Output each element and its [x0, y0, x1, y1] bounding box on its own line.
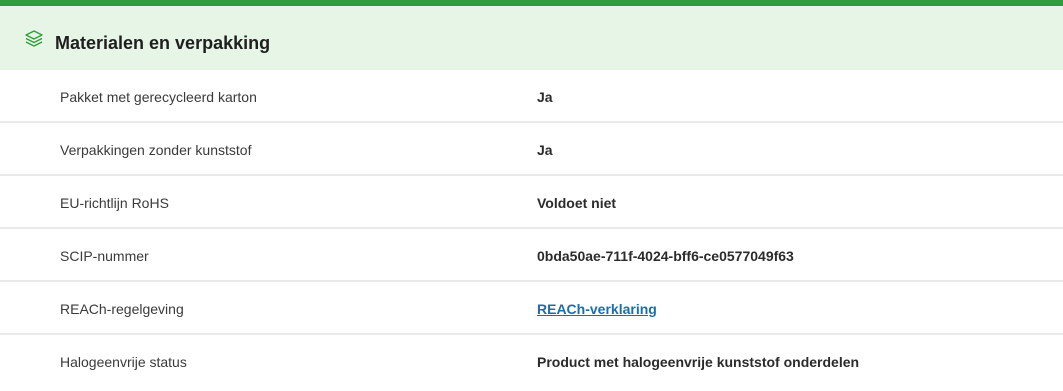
spec-label: EU-richtlijn RoHS [60, 195, 169, 211]
materials-section: Materialen en verpakking Pakket met gere… [0, 0, 1063, 391]
spec-value: 0bda50ae-711f-4024-bff6-ce0577049f63 [537, 248, 794, 264]
spec-row-halogen-free: Halogeenvrije status Product met halogee… [0, 335, 1063, 388]
spec-row-scip: SCIP-nummer 0bda50ae-711f-4024-bff6-ce05… [0, 229, 1063, 282]
spec-value: Voldoet niet [537, 195, 617, 211]
spec-label: Pakket met gerecycleerd karton [60, 89, 257, 105]
spec-label: REACh-regelgeving [60, 301, 184, 317]
spec-row-plastic-free: Verpakkingen zonder kunststof Ja [0, 123, 1063, 176]
reach-declaration-link[interactable]: REACh-verklaring [537, 301, 657, 317]
spec-row-rohs: EU-richtlijn RoHS Voldoet niet [0, 176, 1063, 229]
spec-value: Ja [537, 142, 553, 158]
spec-value: Ja [537, 89, 553, 105]
section-title: Materialen en verpakking [55, 33, 271, 53]
spec-row-recycled-carton: Pakket met gerecycleerd karton Ja [0, 70, 1063, 123]
layers-icon [24, 30, 44, 48]
spec-table: Pakket met gerecycleerd karton Ja Verpak… [0, 70, 1063, 388]
spec-label: SCIP-nummer [60, 248, 149, 264]
spec-label: Verpakkingen zonder kunststof [60, 142, 252, 158]
spec-label: Halogeenvrije status [60, 354, 187, 370]
spec-row-reach: REACh-regelgeving REACh-verklaring [0, 282, 1063, 335]
section-header[interactable]: Materialen en verpakking [0, 6, 1063, 70]
spec-value: Product met halogeenvrije kunststof onde… [537, 354, 860, 370]
spec-value: REACh-verklaring [537, 282, 657, 335]
